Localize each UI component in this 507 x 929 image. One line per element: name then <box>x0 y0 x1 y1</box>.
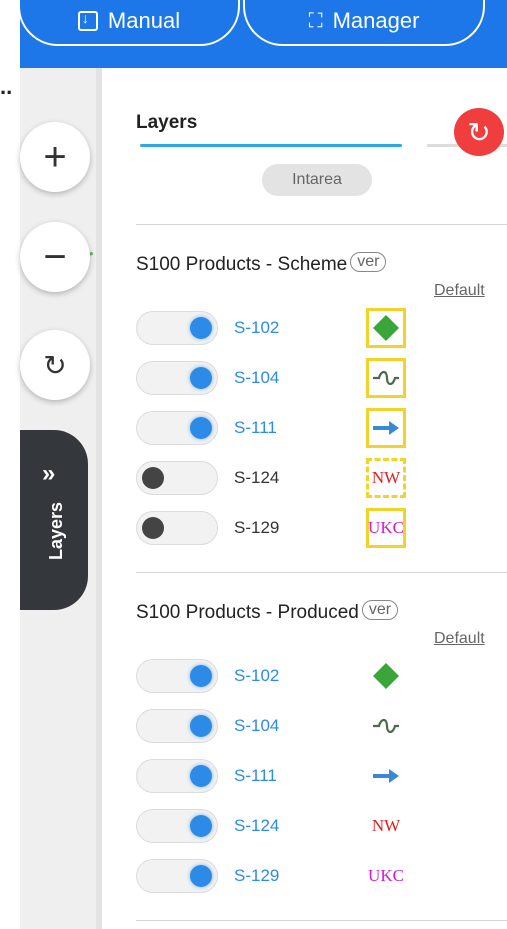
layer-row: S-124 NW <box>136 806 436 846</box>
download-icon <box>77 10 98 31</box>
divider <box>136 920 507 921</box>
green-diamond-icon <box>366 308 406 348</box>
layer-name: S-124 <box>234 468 280 487</box>
refresh-button[interactable]: ↻ <box>454 108 504 156</box>
layer-toggle-s-111[interactable] <box>136 759 218 793</box>
intarea-chip[interactable]: Intarea <box>262 164 372 196</box>
top-bar: Manual ⛶ Manager <box>0 0 507 68</box>
legend-symbol-text: UKC <box>366 508 406 548</box>
default-link[interactable]: Default <box>434 282 485 300</box>
zoom-in-button[interactable]: + <box>20 122 90 192</box>
double-chevron-icon: » <box>42 460 56 487</box>
legend-symbol-label: UKC <box>368 866 404 885</box>
toggle-knob <box>190 317 212 339</box>
rotate-icon: ↻ <box>43 349 67 381</box>
ver-badge[interactable]: ver <box>350 251 387 272</box>
toggle-knob <box>142 467 164 489</box>
section-title-text: S100 Products - Scheme <box>136 254 348 275</box>
toggle-knob <box>190 865 212 887</box>
default-link[interactable]: Default <box>434 630 485 648</box>
ver-badge[interactable]: ver <box>361 599 399 620</box>
manual-button-label: Manual <box>107 8 181 33</box>
layer-toggle-s-104[interactable] <box>136 361 218 395</box>
layer-row: S-111 <box>136 408 436 448</box>
legend-symbol-text: NW <box>366 458 406 498</box>
layer-name: S-104 <box>234 716 280 735</box>
legend-symbol-label: UKC <box>368 518 404 537</box>
section-title-produced: S100 Products - Produced ver <box>136 599 399 624</box>
manager-button[interactable]: ⛶ Manager <box>243 0 485 46</box>
zoom-out-button[interactable]: − <box>20 222 90 292</box>
toggle-knob <box>190 417 212 439</box>
layer-name: S-129 <box>234 518 280 537</box>
arrow-icon <box>366 408 406 448</box>
toggle-knob <box>190 815 212 837</box>
layer-toggle-s-124[interactable] <box>136 461 218 495</box>
reset-view-button[interactable]: ↻ <box>20 330 90 400</box>
layer-name: S-124 <box>234 816 280 835</box>
layers-panel: Layers ↻ Intarea S100 Products - Scheme v… <box>102 68 507 929</box>
layer-row: S-111 <box>136 756 436 796</box>
arrow-icon <box>366 756 406 796</box>
manager-button-label: Manager <box>332 8 420 33</box>
panel-title: Layers <box>136 112 198 133</box>
layer-row: S-104 <box>136 358 436 398</box>
layer-row: S-102 <box>136 656 436 696</box>
layer-name: S-111 <box>234 766 277 785</box>
active-tab-indicator <box>140 144 402 147</box>
legend-symbol-label: NW <box>371 468 401 487</box>
layer-name: S-102 <box>234 666 280 685</box>
layer-row: S-129 UKC <box>136 856 436 896</box>
wave-icon <box>366 358 406 398</box>
layer-toggle-s-104[interactable] <box>136 709 218 743</box>
overflow-ellipsis: .. <box>0 74 13 99</box>
layer-row: S-102 <box>136 308 436 348</box>
layers-toggle-tab[interactable]: » Layers <box>20 430 88 610</box>
layer-name: S-102 <box>234 318 280 337</box>
layer-toggle-s-102[interactable] <box>136 659 218 693</box>
section-title-scheme: S100 Products - Scheme ver <box>136 251 387 276</box>
layer-toggle-s-129[interactable] <box>136 859 218 893</box>
toggle-knob <box>190 765 212 787</box>
refresh-icon: ↻ <box>467 116 491 148</box>
section-title-text: S100 Products - Produced <box>136 602 359 623</box>
layer-row: S-104 <box>136 706 436 746</box>
layer-name: S-129 <box>234 866 280 885</box>
layer-toggle-s-111[interactable] <box>136 411 218 445</box>
toggle-knob <box>190 367 212 389</box>
layer-toggle-s-129[interactable] <box>136 511 218 545</box>
wave-icon <box>366 706 406 746</box>
layer-name: S-104 <box>234 368 280 387</box>
toggle-knob <box>142 517 164 539</box>
green-diamond-icon <box>366 656 406 696</box>
layer-name: S-111 <box>234 418 277 437</box>
layers-tab-label: Layers <box>46 501 66 560</box>
legend-symbol-label: NW <box>371 816 401 835</box>
layer-toggle-s-124[interactable] <box>136 809 218 843</box>
layer-row: S-129 UKC <box>136 508 436 548</box>
divider <box>136 224 507 225</box>
divider <box>136 572 507 573</box>
hierarchy-icon: ⛶ <box>308 9 323 32</box>
layer-toggle-s-102[interactable] <box>136 311 218 345</box>
legend-symbol-text: UKC <box>366 856 406 896</box>
minus-icon: − <box>43 234 67 279</box>
toggle-knob <box>190 715 212 737</box>
legend-symbol-text: NW <box>366 806 406 846</box>
layer-row: S-124 NW <box>136 458 436 498</box>
manual-button[interactable]: Manual <box>18 0 240 46</box>
toggle-knob <box>190 665 212 687</box>
plus-icon: + <box>43 134 67 179</box>
